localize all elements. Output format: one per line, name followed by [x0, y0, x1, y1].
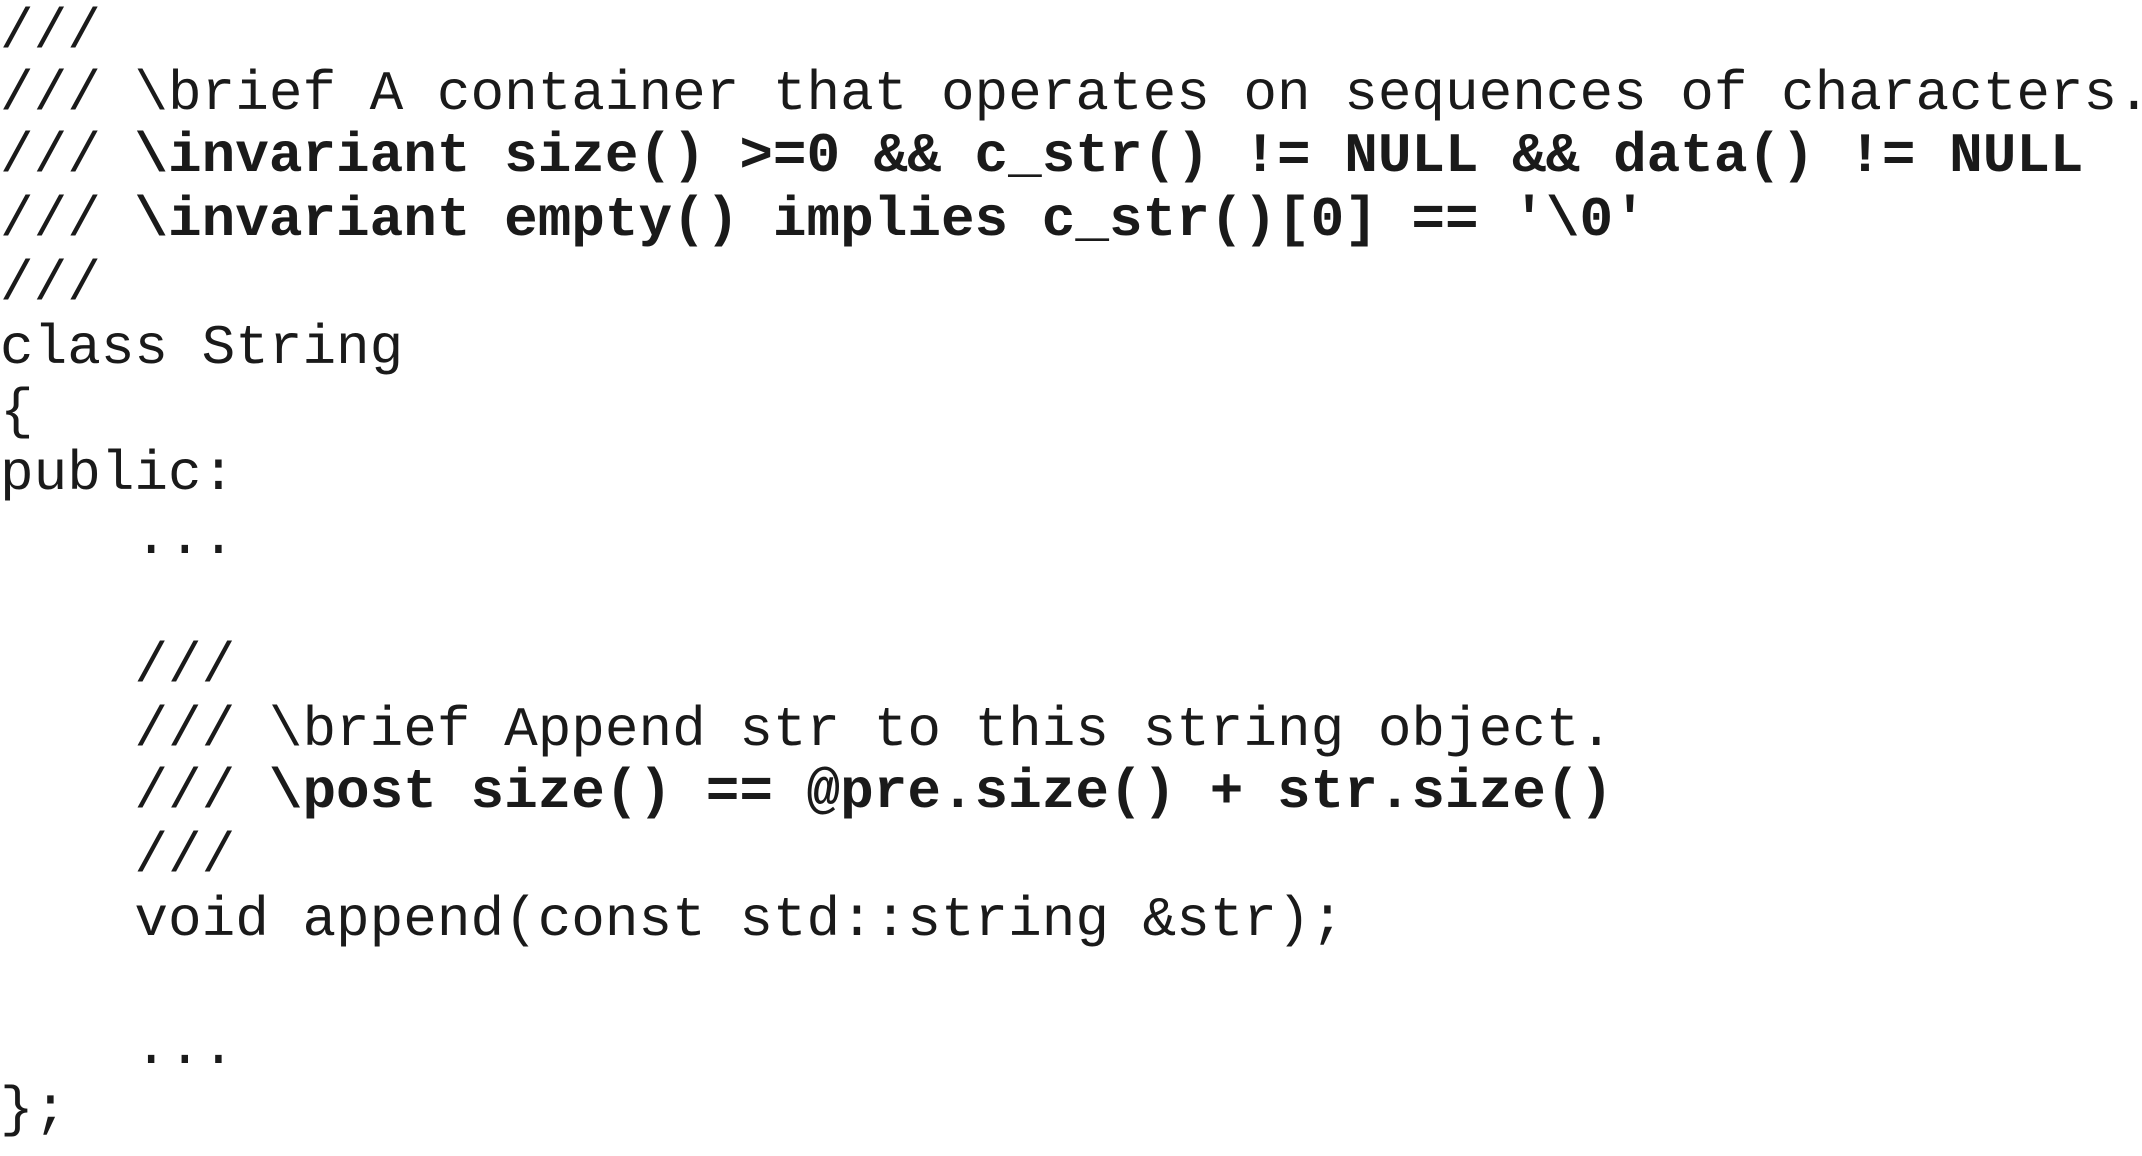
- code-text-bold: \post size() == @pre.size() + str.size(): [268, 760, 1614, 824]
- code-text: ...: [0, 1016, 236, 1080]
- code-text: class String: [0, 316, 404, 380]
- code-text: ///: [0, 824, 236, 888]
- code-listing: /// /// \brief A container that operates…: [0, 0, 2142, 1156]
- code-line-17: ...: [0, 1016, 235, 1080]
- code-line-13: /// \post size() == @pre.size() + str.si…: [0, 760, 1613, 824]
- code-text: {: [0, 380, 34, 444]
- code-line-9: ...: [0, 506, 235, 570]
- code-line-11: ///: [0, 634, 235, 698]
- code-line-4: /// \invariant empty() implies c_str()[0…: [0, 188, 1647, 252]
- code-line-15: void append(const std::string &str);: [0, 888, 1344, 952]
- code-text: ///: [0, 188, 135, 252]
- code-text: /// \brief Append str to this string obj…: [0, 698, 1614, 762]
- code-text: };: [0, 1078, 68, 1142]
- code-line-5: ///: [0, 252, 101, 316]
- code-line-6: class String: [0, 316, 403, 380]
- code-text: void append(const std::string &str);: [0, 888, 1345, 952]
- code-line-14: ///: [0, 824, 235, 888]
- code-line-12: /// \brief Append str to this string obj…: [0, 698, 1613, 762]
- code-text-bold: \invariant size() >=0 && c_str() != NULL…: [134, 124, 2084, 188]
- code-text: ///: [0, 634, 236, 698]
- code-text: ...: [0, 506, 236, 570]
- code-text: ///: [0, 124, 135, 188]
- code-text: /// \brief A container that operates on …: [0, 62, 2142, 126]
- code-line-1: ///: [0, 0, 101, 64]
- code-text: ///: [0, 252, 101, 316]
- code-line-8: public:: [0, 442, 235, 506]
- code-text: public:: [0, 442, 236, 506]
- code-line-3: /// \invariant size() >=0 && c_str() != …: [0, 124, 2084, 188]
- code-line-7: {: [0, 380, 34, 444]
- code-line-18: };: [0, 1078, 67, 1142]
- code-text: ///: [0, 0, 101, 64]
- code-text: ///: [0, 760, 269, 824]
- code-text-bold: \invariant empty() implies c_str()[0] ==…: [134, 188, 1647, 252]
- code-line-2: /// \brief A container that operates on …: [0, 62, 2142, 126]
